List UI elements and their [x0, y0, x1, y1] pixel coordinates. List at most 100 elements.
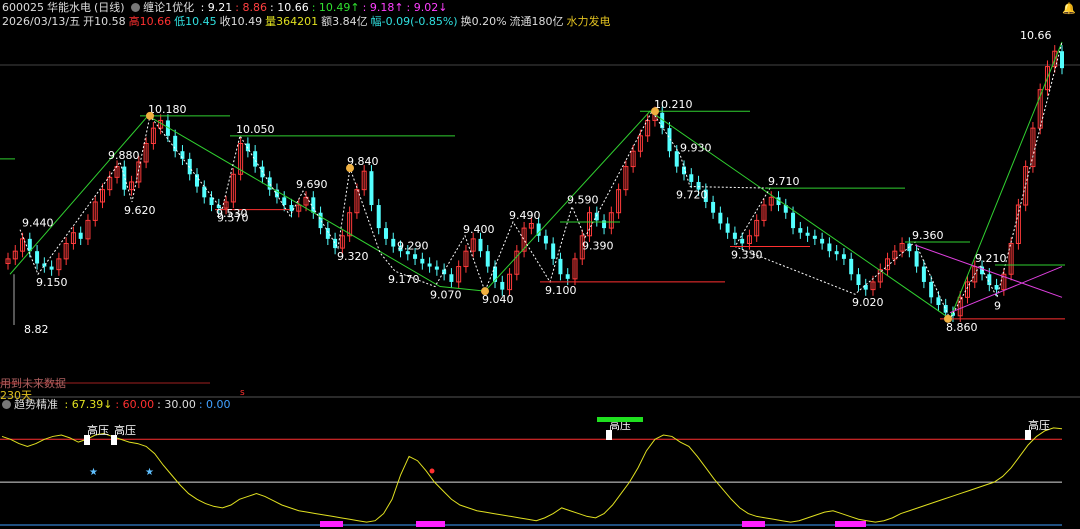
- candle-body: [391, 238, 396, 247]
- pivot-label: 8.860: [946, 321, 978, 334]
- pivot-marker: [346, 164, 354, 173]
- pivot-label: 8.82: [24, 323, 49, 336]
- pivot-label: 9.020: [852, 296, 884, 309]
- candle-body: [543, 235, 548, 244]
- pivot-label: 9.710: [768, 175, 800, 188]
- pattern-line: [949, 266, 1063, 314]
- candle-body: [35, 251, 40, 264]
- candle-body: [841, 254, 846, 259]
- indicator-panel-value-3: : 0.00: [198, 398, 231, 411]
- pivot-marker: [944, 314, 952, 323]
- pivot-label: 10.66: [1020, 29, 1052, 42]
- candle-body: [834, 251, 839, 255]
- dot-marker: [429, 468, 435, 474]
- pivot-label: 9.490: [509, 209, 541, 222]
- indicator-panel-value-1: : 60.00: [115, 398, 155, 411]
- candle-body: [725, 223, 730, 233]
- candle-body: [849, 258, 854, 275]
- pivot-label: 9.170: [388, 273, 420, 286]
- pivot-label: 9.590: [567, 194, 599, 207]
- candle-body: [427, 263, 432, 267]
- pivot-label: 9.210: [975, 252, 1007, 265]
- candle-body: [449, 274, 454, 282]
- candle-body: [994, 285, 999, 290]
- candle-body: [827, 243, 832, 252]
- pivot-marker: [481, 287, 489, 296]
- candle-body: [383, 228, 388, 239]
- candle-body: [689, 174, 694, 182]
- candle-body: [987, 274, 992, 286]
- pivot-label: 9.930: [680, 141, 712, 154]
- indicator-header: 趋势精准 : 67.39↓: 60.00: 30.00: 0.00: [2, 398, 237, 412]
- candle-body: [478, 238, 483, 252]
- pivot-label: 9.880: [108, 149, 140, 162]
- candle-body: [434, 266, 439, 270]
- pivot-label: 9.620: [124, 204, 156, 217]
- candle-body: [376, 205, 381, 229]
- pivot-label: 9.390: [582, 239, 614, 252]
- indicator-panel-values: : 67.39↓: 60.00: 30.00: 0.00: [65, 398, 234, 411]
- pivot-label: 9.720: [676, 189, 708, 202]
- pressure-label: 高压: [87, 423, 109, 437]
- pivot-label: 9.150: [36, 276, 68, 289]
- candle-body: [812, 235, 817, 239]
- s-mark: s: [240, 388, 245, 398]
- bottom-signal-bar: [742, 521, 765, 527]
- pivot-marker: [651, 107, 659, 116]
- candle-body: [253, 151, 258, 167]
- candle-body: [325, 228, 330, 239]
- candle-body: [420, 258, 425, 264]
- candle-body: [49, 266, 54, 270]
- bottom-signal-bar: [835, 521, 866, 527]
- pivot-marker: [146, 111, 154, 120]
- pivot-label: 9.290: [397, 240, 429, 253]
- candle-body: [718, 212, 723, 224]
- star-marker: ★: [145, 467, 154, 478]
- candle-body: [485, 251, 490, 267]
- candle-body: [674, 151, 679, 167]
- candle-body: [820, 238, 825, 244]
- settings-dot-icon[interactable]: [2, 400, 11, 409]
- candle-body: [921, 266, 926, 282]
- candle-body: [282, 197, 287, 206]
- pivot-label: 9.330: [731, 249, 763, 262]
- trend-line: [9, 41, 1063, 320]
- pressure-label: 高压: [1028, 418, 1050, 432]
- candle-body: [500, 281, 505, 290]
- pressure-label: 高压: [114, 423, 136, 437]
- pivot-label: 10.050: [236, 123, 275, 136]
- pivot-label: 9: [994, 299, 1001, 312]
- candle-body: [78, 232, 83, 239]
- candle-body: [565, 274, 570, 279]
- candle-body: [914, 251, 919, 267]
- candle-body: [732, 232, 737, 239]
- pivot-label: 9.320: [337, 250, 369, 263]
- candle-body: [791, 212, 796, 229]
- pivot-label: 9.530: [216, 207, 248, 220]
- candle-body: [980, 266, 985, 275]
- candle-body: [173, 135, 178, 152]
- candle-body: [863, 285, 868, 290]
- indicator-panel-value-0: : 67.39↓: [64, 398, 113, 411]
- candle-body: [936, 297, 941, 306]
- candle-body: [194, 174, 199, 187]
- indicator-line: [1, 427, 1063, 523]
- signal-bar: [597, 417, 643, 422]
- pivot-label: 10.210: [654, 98, 693, 111]
- bottom-signal-bar: [416, 521, 445, 527]
- candle-body: [740, 238, 745, 244]
- candle-body: [369, 171, 374, 206]
- pivot-label: 9.440: [22, 217, 54, 230]
- indicator-panel-name[interactable]: 趋势精准: [14, 398, 58, 411]
- pivot-label: 9.690: [296, 178, 328, 191]
- price-chart: 9.4409.1509.8809.62010.1809.57010.0509.5…: [0, 29, 1080, 527]
- candle-body: [122, 166, 127, 190]
- star-marker: ★: [89, 467, 98, 478]
- pivot-label: 9.040: [482, 293, 514, 306]
- zigzag-line: [19, 41, 1063, 320]
- bottom-signal-bar: [320, 521, 343, 527]
- candle-body: [805, 232, 810, 236]
- candle-body: [1060, 51, 1064, 69]
- candle-body: [551, 243, 556, 259]
- candle-body: [289, 205, 294, 212]
